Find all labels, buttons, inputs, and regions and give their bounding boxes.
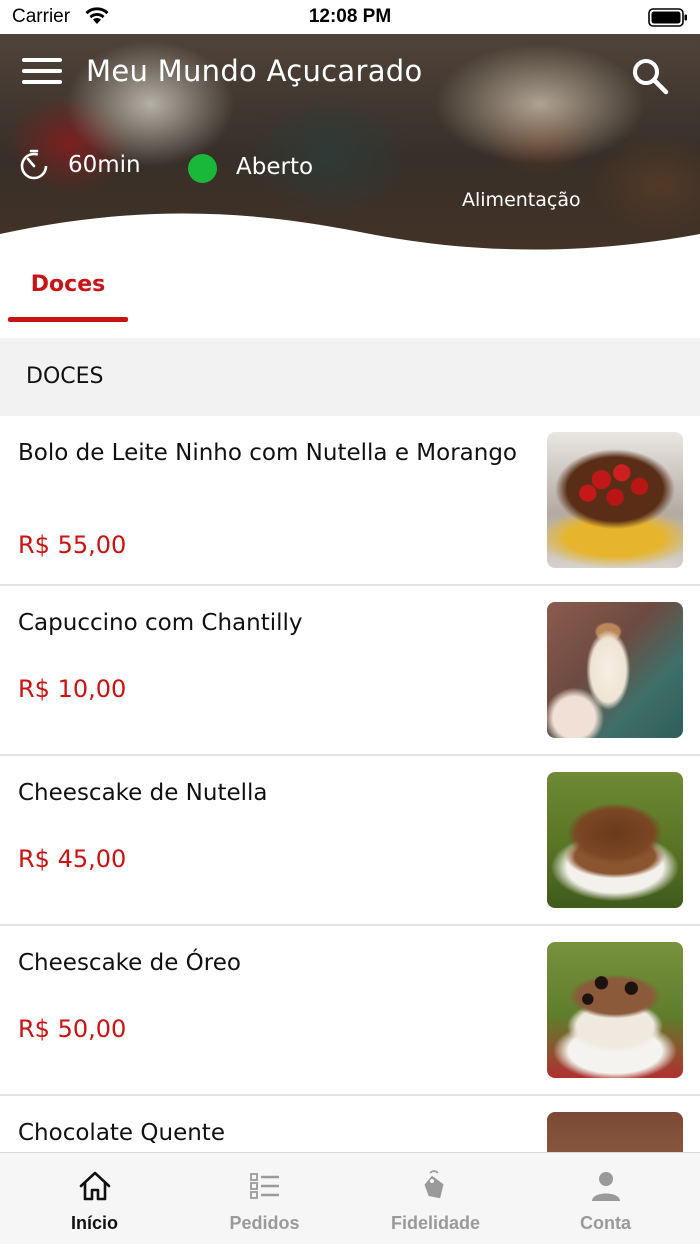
- tab-inicio[interactable]: Início: [7, 1153, 182, 1244]
- delivery-time: 60min: [68, 152, 141, 178]
- product-image: [547, 432, 683, 568]
- tab-label: Pedidos: [229, 1213, 300, 1233]
- list-icon: [250, 1173, 279, 1199]
- tab-fidelidade[interactable]: Fidelidade: [348, 1153, 523, 1244]
- tag-icon: [424, 1170, 444, 1199]
- bottom-tab-bar: Início Pedidos Fidelidade Conta: [0, 1152, 700, 1244]
- menu-icon[interactable]: [22, 58, 62, 88]
- person-icon: [592, 1172, 620, 1201]
- product-image: [547, 602, 683, 738]
- tab-active-indicator: [8, 317, 128, 322]
- store-title: Meu Mundo Açucarado: [86, 54, 423, 88]
- home-icon: [79, 1171, 111, 1201]
- battery-icon: [648, 8, 687, 27]
- tab-pedidos[interactable]: Pedidos: [177, 1153, 352, 1244]
- open-status: Aberto: [236, 154, 314, 180]
- product-image: [547, 1112, 683, 1152]
- product-price: R$ 50,00: [18, 1015, 127, 1043]
- product-name: Capuccino com Chantilly: [18, 610, 303, 636]
- search-icon[interactable]: [630, 56, 670, 96]
- category-tabs: Doces: [0, 258, 700, 338]
- product-name: Cheescake de Nutella: [18, 780, 268, 806]
- tab-label: Fidelidade: [390, 1213, 480, 1233]
- product-name: Bolo de Leite Ninho com Nutella e Morang…: [18, 440, 517, 466]
- store-header: Meu Mundo Açucarado 60min Aberto Aliment…: [0, 34, 700, 258]
- product-item[interactable]: Capuccino com Chantilly R$ 10,00: [0, 586, 700, 756]
- tab-doces[interactable]: Doces: [8, 258, 128, 322]
- tab-conta[interactable]: Conta: [518, 1153, 693, 1244]
- product-price: R$ 45,00: [18, 845, 127, 873]
- product-name: Cheescake de Óreo: [18, 950, 241, 976]
- section-header: DOCES: [0, 338, 700, 416]
- product-image: [547, 942, 683, 1078]
- product-name: Chocolate Quente: [18, 1120, 225, 1146]
- product-image: [547, 772, 683, 908]
- product-item[interactable]: Cheescake de Óreo R$ 50,00: [0, 926, 700, 1096]
- tab-label: Doces: [30, 272, 106, 297]
- header-wave: [0, 213, 700, 258]
- section-title: DOCES: [26, 364, 104, 389]
- tab-label: Início: [70, 1213, 118, 1233]
- tab-label: Conta: [580, 1213, 631, 1233]
- product-price: R$ 55,00: [18, 531, 127, 559]
- status-time: 12:08 PM: [308, 6, 392, 27]
- product-price: R$ 10,00: [18, 675, 127, 703]
- product-item[interactable]: Cheescake de Nutella R$ 45,00: [0, 756, 700, 926]
- product-item[interactable]: Bolo de Leite Ninho com Nutella e Morang…: [0, 416, 700, 586]
- open-status-dot: [188, 154, 217, 183]
- timer-icon: [20, 149, 48, 180]
- product-list[interactable]: Bolo de Leite Ninho com Nutella e Morang…: [0, 416, 700, 1152]
- status-bar: Carrier 12:08 PM: [0, 0, 700, 34]
- product-item[interactable]: Chocolate Quente: [0, 1096, 700, 1152]
